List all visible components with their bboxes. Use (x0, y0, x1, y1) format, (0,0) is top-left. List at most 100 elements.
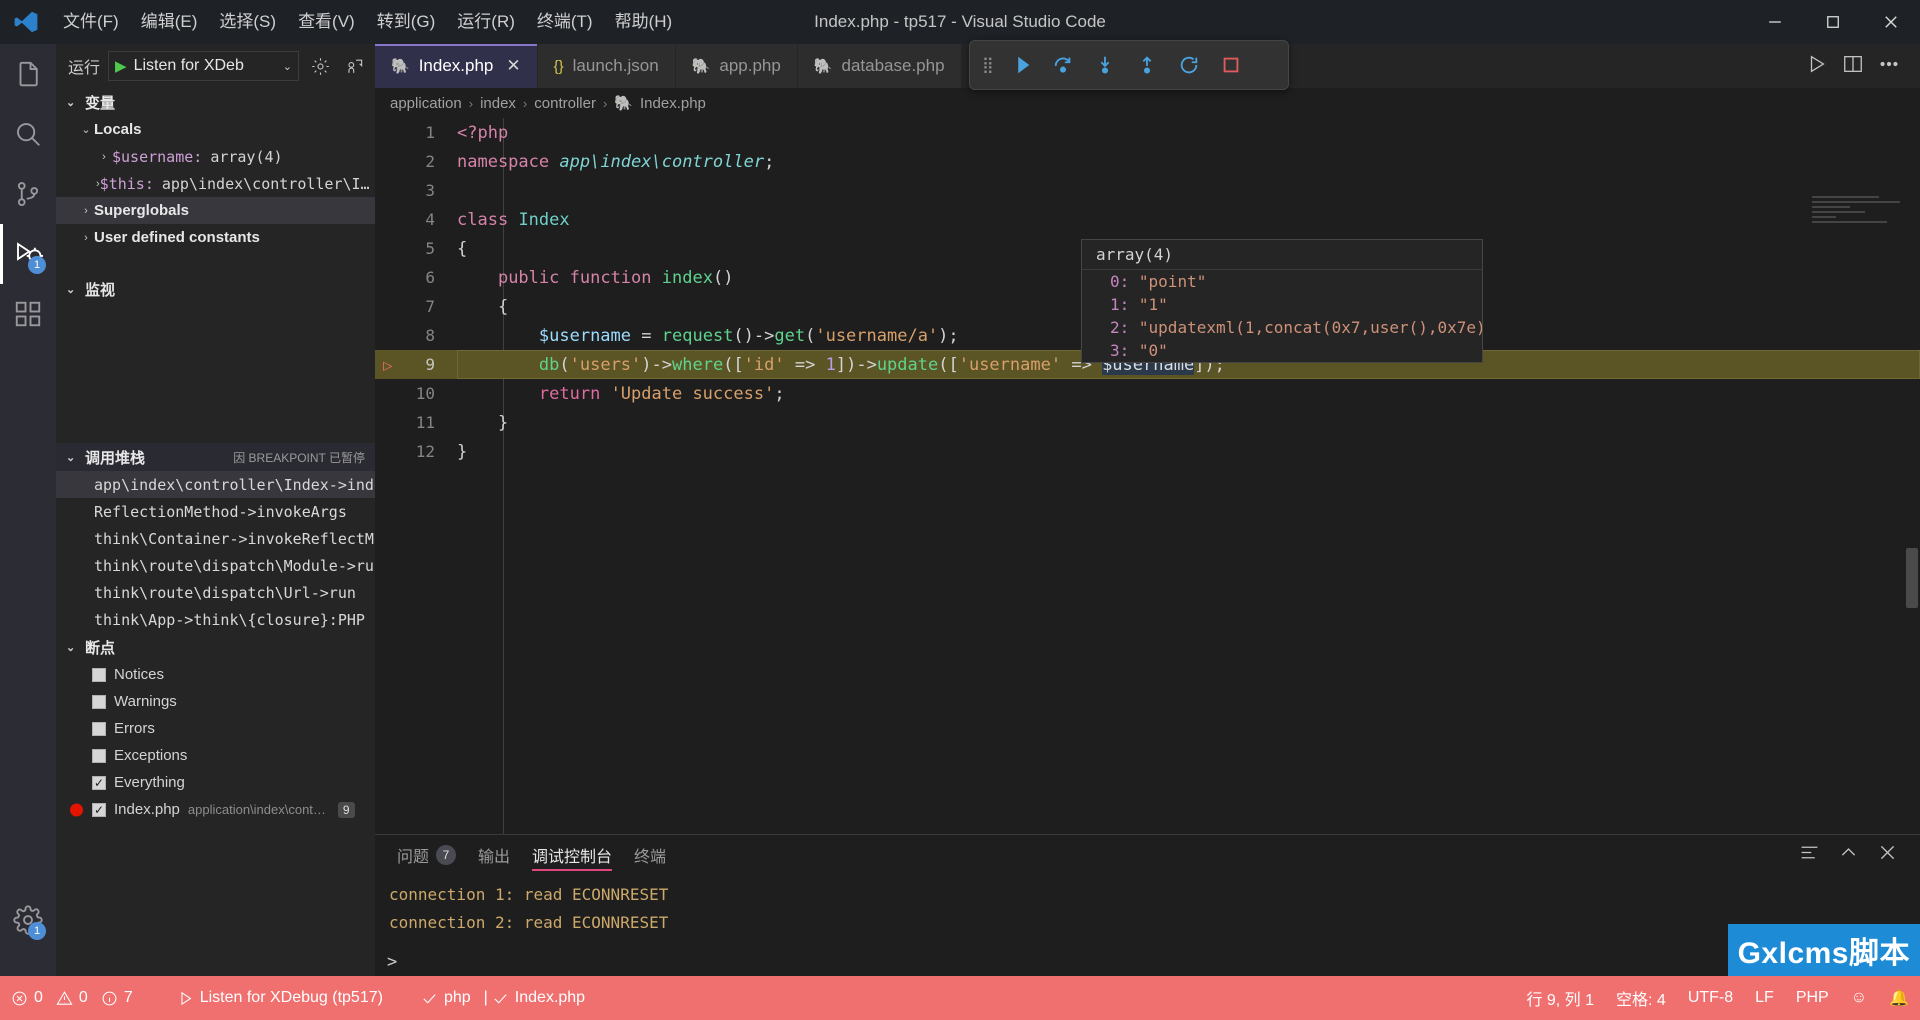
menu-run[interactable]: 运行(R) (446, 0, 526, 44)
breakpoint-row-everything[interactable]: ✓ Everything (56, 769, 375, 796)
status-cursor-position[interactable]: 行 9, 列 1 (1515, 976, 1605, 1020)
watch-list[interactable] (56, 303, 375, 443)
code-line[interactable]: 10 return 'Update success'; (375, 379, 1920, 408)
close-icon[interactable]: ✕ (506, 56, 520, 76)
breadcrumb-item-application[interactable]: application (390, 95, 462, 112)
breakpoint-row-notices[interactable]: ✓ Notices (56, 661, 375, 688)
status-error-count[interactable]: 0 (0, 976, 54, 1020)
code-line[interactable]: 3 (375, 176, 1920, 205)
status-feedback-icon[interactable]: ☺ (1840, 976, 1878, 1020)
status-encoding[interactable]: UTF-8 (1677, 976, 1744, 1020)
variables-row-superglobals[interactable]: › Superglobals (56, 197, 375, 224)
debug-settings-gear-icon[interactable] (307, 53, 333, 79)
continue-button[interactable] (1002, 46, 1040, 84)
watch-section-header[interactable]: ⌄ 监视 (56, 275, 375, 303)
callstack-row[interactable]: think\route\dispatch\Url->run (56, 579, 375, 606)
minimap[interactable] (1812, 196, 1908, 236)
panel-tab-problems[interactable]: 问题 7 (397, 835, 457, 875)
code-line[interactable]: 11 } (375, 408, 1920, 437)
code-line[interactable]: 1 <?php (375, 118, 1920, 147)
breakpoint-row-warnings[interactable]: ✓ Warnings (56, 688, 375, 715)
step-out-button[interactable] (1128, 46, 1166, 84)
checkbox-icon[interactable]: ✓ (92, 775, 106, 790)
checkbox-icon[interactable]: ✓ (92, 667, 106, 682)
clear-console-icon[interactable] (1799, 842, 1820, 868)
close-icon[interactable] (1877, 842, 1898, 868)
variables-section-header[interactable]: ⌄ 变量 (56, 88, 375, 116)
split-editor-icon[interactable] (1842, 53, 1864, 80)
minimize-icon[interactable] (1746, 0, 1804, 44)
breakpoint-marker-icon[interactable]: ▷ (383, 355, 393, 374)
code-line[interactable]: 4 class Index (375, 205, 1920, 234)
more-actions-icon[interactable] (1878, 53, 1900, 80)
drag-grip-icon[interactable]: ⣿ (976, 55, 998, 75)
callstack-row[interactable]: app\index\controller\Index->inde (56, 471, 375, 498)
run-icon[interactable] (1806, 53, 1828, 80)
variables-row-username[interactable]: › $username: array(4) (56, 143, 375, 170)
menu-file[interactable]: 文件(F) (52, 0, 130, 44)
menu-go[interactable]: 转到(G) (366, 0, 447, 44)
variable-hover-popup[interactable]: array(4) 0: "point" 1: "1" 2: "updatexml… (1081, 239, 1483, 363)
breakpoint-row-index-php[interactable]: ✓ Index.php application\index\cont… 9 (56, 796, 375, 823)
close-icon[interactable] (1862, 0, 1920, 44)
chevron-up-icon[interactable] (1838, 842, 1859, 868)
activity-run-and-debug[interactable]: 1 (0, 224, 56, 284)
status-file[interactable]: Index.php (490, 976, 596, 1020)
variables-row-locals[interactable]: ⌄ Locals (56, 116, 375, 143)
checkbox-icon[interactable]: ✓ (92, 721, 106, 736)
menu-terminal[interactable]: 终端(T) (526, 0, 604, 44)
checkbox-icon[interactable]: ✓ (92, 802, 106, 817)
step-into-button[interactable] (1086, 46, 1124, 84)
activity-settings[interactable]: 1 (0, 890, 56, 950)
activity-extensions[interactable] (0, 284, 56, 344)
status-eol[interactable]: LF (1744, 976, 1785, 1020)
tab-launch-json[interactable]: {} launch.json (537, 44, 676, 88)
breadcrumb-item-file[interactable]: Index.php (640, 95, 706, 112)
panel-tab-output[interactable]: 输出 (478, 835, 510, 875)
editor-scrollbar[interactable] (1906, 548, 1918, 608)
tab-index-php[interactable]: 🐘 Index.php ✕ (375, 44, 538, 88)
step-over-button[interactable] (1044, 46, 1082, 84)
callstack-row[interactable]: think\Container->invokeReflectMe (56, 525, 375, 552)
debug-config-select[interactable]: ▶ Listen for XDeb ⌄ (108, 51, 299, 81)
status-info-count[interactable]: 7 (99, 976, 144, 1020)
status-debug-session[interactable]: Listen for XDebug (tp517) (166, 976, 394, 1020)
stop-button[interactable] (1212, 46, 1250, 84)
variables-row-this[interactable]: › $this: app\index\controller\I… (56, 170, 375, 197)
menu-edit[interactable]: 编辑(E) (130, 0, 209, 44)
maximize-icon[interactable] (1804, 0, 1862, 44)
status-indentation[interactable]: 空格: 4 (1605, 976, 1677, 1020)
panel-tab-debug-console[interactable]: 调试控制台 (532, 835, 613, 875)
restart-button[interactable] (1170, 46, 1208, 84)
status-language-mode[interactable]: PHP (1785, 976, 1840, 1020)
callstack-section-header[interactable]: ⌄ 调用堆栈 因 BREAKPOINT 已暂停 (56, 443, 375, 471)
activity-source-control[interactable] (0, 164, 56, 224)
tab-database-php[interactable]: 🐘 database.php (797, 44, 962, 88)
callstack-row[interactable]: ReflectionMethod->invokeArgs (56, 498, 375, 525)
callstack-row[interactable]: think\route\dispatch\Module->run (56, 552, 375, 579)
breadcrumb-item-index[interactable]: index (480, 95, 516, 112)
callstack-row[interactable]: think\App->think\{closure}:PHP (56, 606, 375, 633)
breakpoint-row-errors[interactable]: ✓ Errors (56, 715, 375, 742)
open-debug-console-icon[interactable] (341, 53, 367, 79)
menu-view[interactable]: 查看(V) (287, 0, 366, 44)
code-editor[interactable]: 1 <?php 2 namespace app\index\controller… (375, 118, 1920, 834)
status-php[interactable]: php (410, 976, 482, 1020)
code-line[interactable]: 12 } (375, 437, 1920, 466)
activity-explorer[interactable] (0, 44, 56, 104)
breakpoints-section-header[interactable]: ⌄ 断点 (56, 633, 375, 661)
code-line[interactable]: 2 namespace app\index\controller; (375, 147, 1920, 176)
floating-debug-toolbar[interactable]: ⣿ (969, 40, 1289, 90)
menu-selection[interactable]: 选择(S) (208, 0, 287, 44)
panel-tab-terminal[interactable]: 终端 (634, 835, 666, 875)
breadcrumb-item-controller[interactable]: controller (534, 95, 596, 112)
debug-console-input[interactable]: > (387, 952, 397, 972)
breakpoint-row-exceptions[interactable]: ✓ Exceptions (56, 742, 375, 769)
checkbox-icon[interactable]: ✓ (92, 694, 106, 709)
checkbox-icon[interactable]: ✓ (92, 748, 106, 763)
menu-help[interactable]: 帮助(H) (604, 0, 684, 44)
status-notifications-icon[interactable]: 🔔 (1878, 976, 1920, 1020)
variables-row-user-defined-constants[interactable]: › User defined constants (56, 224, 375, 251)
tab-app-php[interactable]: 🐘 app.php (675, 44, 798, 88)
status-warning-count[interactable]: 0 (54, 976, 99, 1020)
